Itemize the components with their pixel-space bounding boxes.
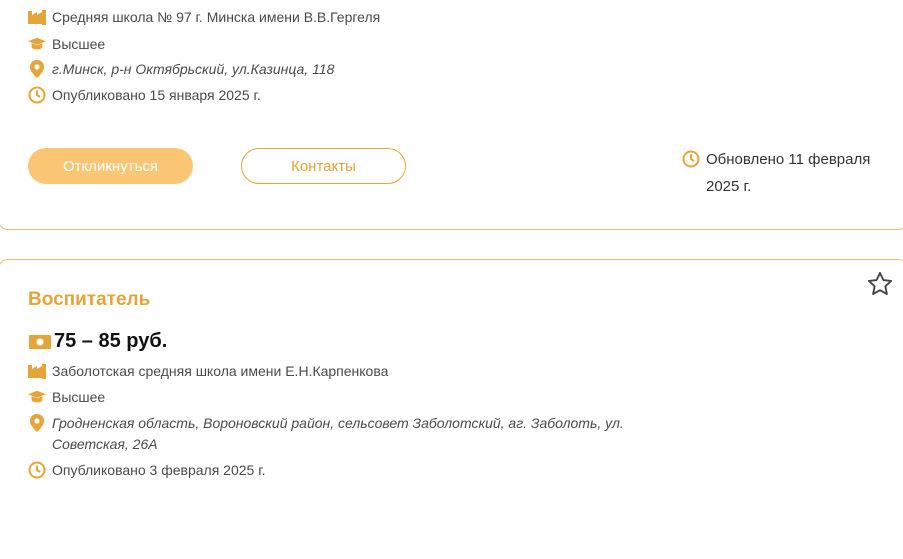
location-pin-icon — [28, 414, 46, 432]
apply-button[interactable]: Откликнуться — [28, 148, 193, 184]
published-row: Опубликовано 3 февраля 2025 г. — [28, 461, 266, 479]
address: г.Минск, р-н Октябрьский, ул.Казинца, 11… — [52, 61, 335, 77]
school-name: Средняя школа № 97 г. Минска имени В.В.Г… — [52, 9, 381, 25]
location-pin-icon — [28, 60, 46, 78]
education-row: Высшее — [28, 388, 105, 406]
published-row: Опубликовано 15 января 2025 г. — [28, 86, 261, 104]
education-row: Высшее — [28, 35, 105, 53]
building-icon — [28, 362, 46, 380]
school-name: Заболотская средняя школа имени Е.Н.Карп… — [52, 363, 389, 379]
address-row: Гродненская область, Вороновский район, … — [28, 414, 624, 432]
contacts-button[interactable]: Контакты — [241, 148, 406, 184]
address-line-2: Советская, 26А — [52, 436, 158, 452]
graduation-cap-icon — [28, 35, 46, 53]
clock-icon — [28, 461, 46, 479]
graduation-cap-icon — [28, 388, 46, 406]
updated-line-1: Обновлено 11 февраля — [706, 151, 871, 168]
published-date: Опубликовано 15 января 2025 г. — [52, 87, 261, 103]
clock-icon — [28, 86, 46, 104]
education-level: Высшее — [52, 36, 106, 52]
published-date: Опубликовано 3 февраля 2025 г. — [52, 462, 266, 478]
salary-row: 75 – 85 руб. — [28, 330, 167, 353]
address-row: г.Минск, р-н Октябрьский, ул.Казинца, 11… — [28, 60, 334, 78]
building-icon — [28, 8, 46, 26]
updated-line-2: 2025 г. — [706, 178, 752, 195]
school-row: Заболотская средняя школа имени Е.Н.Карп… — [28, 362, 388, 380]
money-icon — [28, 333, 52, 351]
education-level: Высшее — [52, 389, 106, 405]
school-row: Средняя школа № 97 г. Минска имени В.В.Г… — [28, 8, 380, 26]
updated-date: Обновлено 11 февраля 2025 г. — [682, 146, 892, 200]
address-line-1: Гродненская область, Вороновский район, … — [52, 415, 624, 431]
vacancy-title[interactable]: Воспитатель — [28, 289, 150, 311]
clock-icon — [682, 150, 700, 168]
star-outline-icon[interactable] — [866, 270, 894, 298]
salary-value: 75 – 85 руб. — [54, 330, 168, 352]
